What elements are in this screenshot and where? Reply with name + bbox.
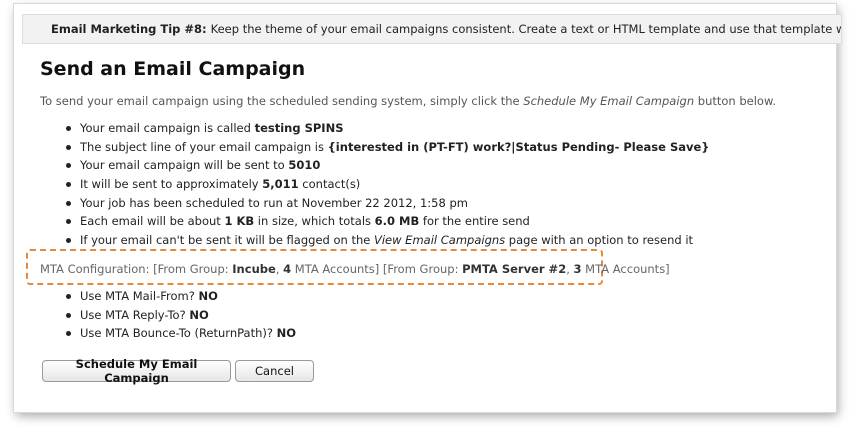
intro-text: To send your email campaign using the sc… xyxy=(40,94,776,108)
list-item-recipient-list: Your email campaign will be sent to 5010 xyxy=(66,156,709,175)
list-item-campaign-name: Your email campaign is called testing SP… xyxy=(66,119,709,138)
list-item-schedule-time: Your job has been scheduled to run at No… xyxy=(66,194,709,213)
tip-text: Keep the theme of your email campaigns c… xyxy=(210,22,841,36)
intro-text-before: To send your email campaign using the sc… xyxy=(40,94,524,108)
list-item-resend-note: If your email can't be sent it will be f… xyxy=(66,231,709,250)
cancel-button[interactable]: Cancel xyxy=(235,360,314,382)
email-marketing-tip-banner: Email Marketing Tip #8: Keep the theme o… xyxy=(22,14,842,44)
intro-text-emphasis: Schedule My Email Campaign xyxy=(523,94,695,108)
page-title: Send an Email Campaign xyxy=(40,58,306,80)
mta-group-2-name: PMTA Server #2 xyxy=(462,262,567,276)
mta-configuration: MTA Configuration: [From Group: Incube, … xyxy=(40,262,670,276)
list-item-mta-bounce-to: Use MTA Bounce-To (ReturnPath)? NO xyxy=(66,324,296,343)
mta-group-2-count: 3 xyxy=(573,262,582,276)
mta-group-1-count: 4 xyxy=(283,262,292,276)
mta-options-list: Use MTA Mail-From? NO Use MTA Reply-To? … xyxy=(66,287,296,343)
list-item-mta-reply-to: Use MTA Reply-To? NO xyxy=(66,306,296,325)
list-item-subject-line: The subject line of your email campaign … xyxy=(66,138,709,157)
list-item-mta-mail-from: Use MTA Mail-From? NO xyxy=(66,287,296,306)
torn-edge-bottom xyxy=(14,402,836,412)
schedule-campaign-button[interactable]: Schedule My Email Campaign xyxy=(42,357,231,385)
intro-text-after: button below. xyxy=(694,94,776,108)
list-item-contact-count: It will be sent to approximately 5,011 c… xyxy=(66,175,709,194)
campaign-summary-list: Your email campaign is called testing SP… xyxy=(66,119,709,250)
tip-label: Email Marketing Tip #8: xyxy=(51,22,207,36)
list-item-email-size: Each email will be about 1 KB in size, w… xyxy=(66,212,709,231)
mta-group-1-name: Incube xyxy=(232,262,276,276)
